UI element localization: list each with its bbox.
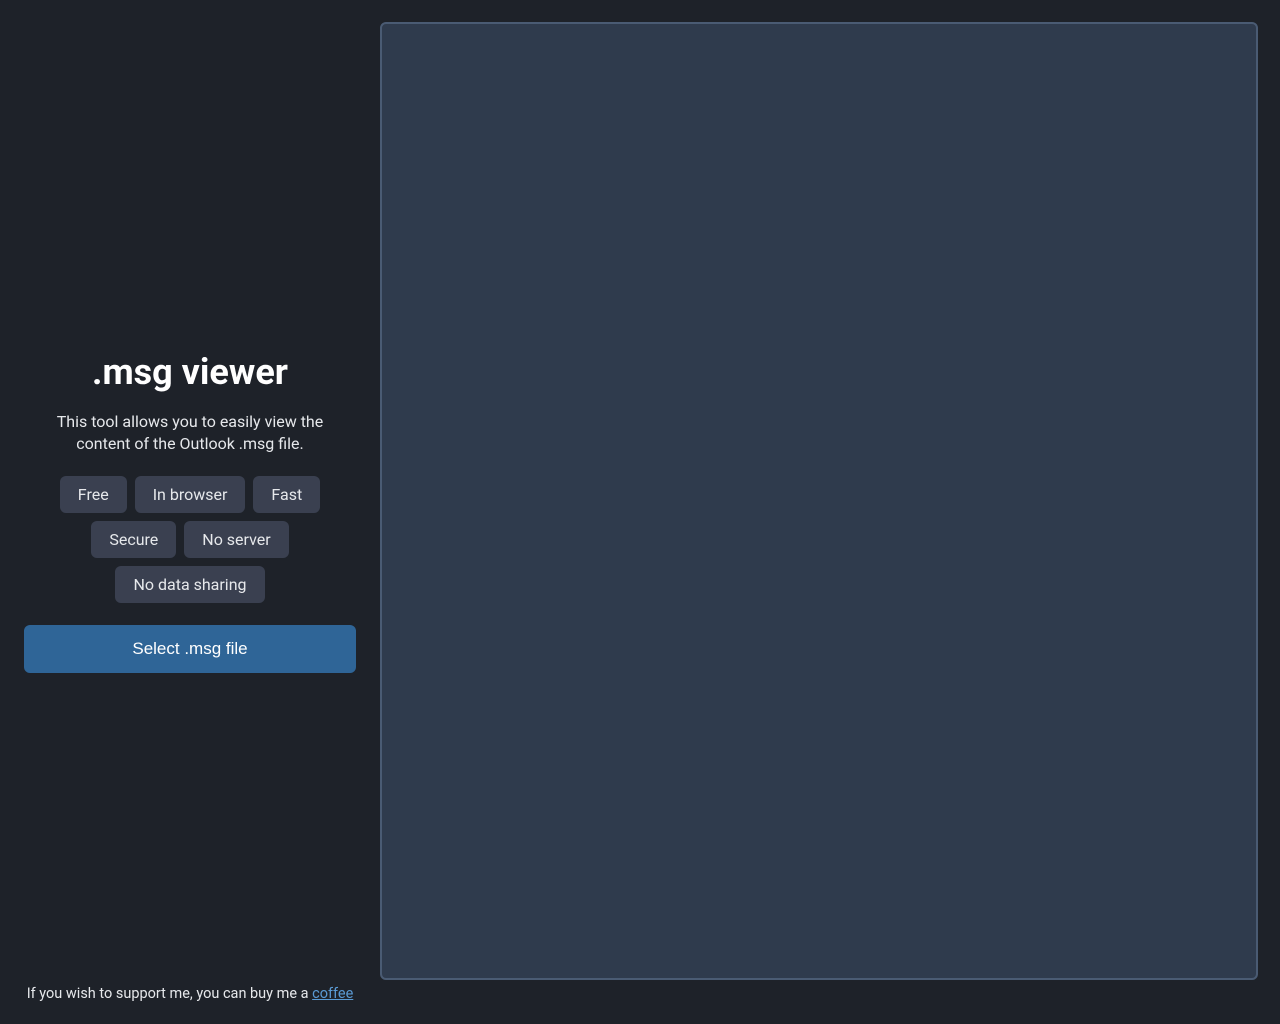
sidebar-content: .msg viewer This tool allows you to easi… bbox=[24, 351, 356, 673]
tag-no-data-sharing: No data sharing bbox=[115, 566, 264, 603]
tag-no-server: No server bbox=[184, 521, 288, 558]
sidebar: .msg viewer This tool allows you to easi… bbox=[0, 0, 380, 1024]
tag-fast: Fast bbox=[253, 476, 320, 513]
tag-free: Free bbox=[60, 476, 127, 513]
footer-text: If you wish to support me, you can buy m… bbox=[27, 985, 312, 1002]
coffee-link[interactable]: coffee bbox=[312, 985, 353, 1002]
tags-container: Free In browser Fast Secure No server No… bbox=[24, 476, 356, 603]
tag-in-browser: In browser bbox=[135, 476, 246, 513]
page-title: .msg viewer bbox=[92, 351, 288, 393]
page-subtitle: This tool allows you to easily view the … bbox=[24, 411, 356, 454]
select-file-button[interactable]: Select .msg file bbox=[24, 625, 356, 673]
tag-secure: Secure bbox=[91, 521, 176, 558]
footer: If you wish to support me, you can buy m… bbox=[0, 985, 380, 1002]
preview-panel bbox=[380, 22, 1258, 980]
